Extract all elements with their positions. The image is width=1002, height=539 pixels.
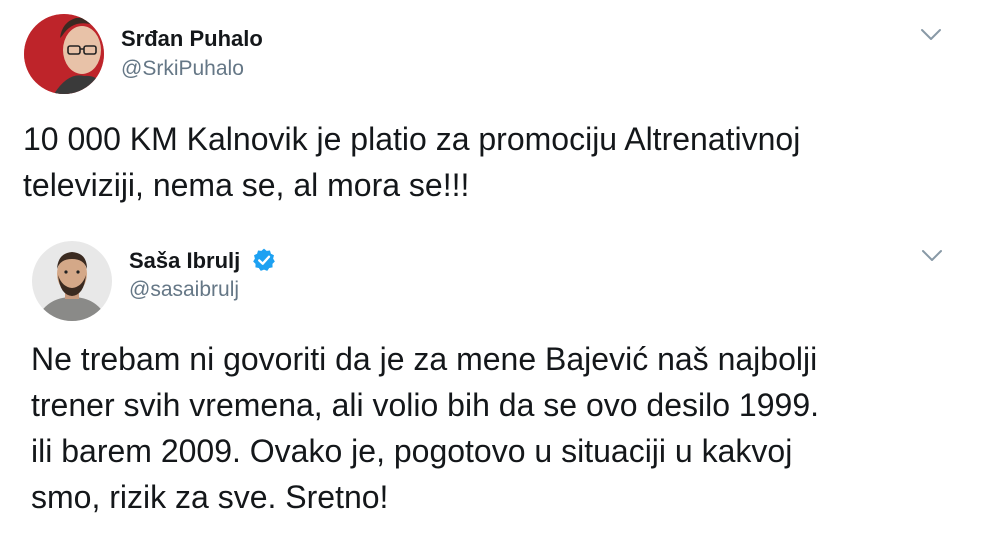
chevron-down-icon: [921, 29, 941, 40]
chevron-down-icon: [922, 250, 942, 261]
avatar[interactable]: [24, 14, 104, 94]
avatar[interactable]: [32, 241, 112, 321]
tweet-text-line: Ne trebam ni govoriti da je za mene Baje…: [31, 341, 818, 377]
tweet-text-line: smo, rizik za sve. Sretno!: [31, 479, 389, 515]
tweet-text: Ne trebam ni govoriti da je za mene Baje…: [31, 336, 981, 520]
user-avatar-photo-icon: [32, 241, 112, 321]
tweet-menu-button[interactable]: [920, 28, 942, 42]
display-name[interactable]: Srđan Puhalo: [121, 26, 263, 52]
display-name[interactable]: Saša Ibrulj: [129, 248, 240, 274]
user-avatar-photo-icon: [24, 14, 104, 94]
embedded-tweet: Saša Ibrulj @sasaibrulj Ne trebam ni gov…: [0, 230, 1002, 539]
tweet-text-line: ili barem 2009. Ovako je, pogotovo u sit…: [31, 433, 793, 469]
user-handle[interactable]: @SrkiPuhalo: [121, 57, 244, 81]
embedded-tweet: Srđan Puhalo @SrkiPuhalo 10 000 KM Kalno…: [0, 0, 1002, 220]
tweet-text-line: televiziji, nema se, al mora se!!!: [23, 167, 470, 203]
user-handle[interactable]: @sasaibrulj: [129, 278, 239, 302]
tweet-text-line: trener svih vremena, ali volio bih da se…: [31, 387, 819, 423]
tweet-text: 10 000 KM Kalnovik je platio za promocij…: [23, 116, 973, 208]
tweet-text-line: 10 000 KM Kalnovik je platio za promocij…: [23, 121, 801, 157]
tweet-menu-button[interactable]: [921, 249, 943, 263]
verified-badge-icon: [251, 247, 277, 273]
